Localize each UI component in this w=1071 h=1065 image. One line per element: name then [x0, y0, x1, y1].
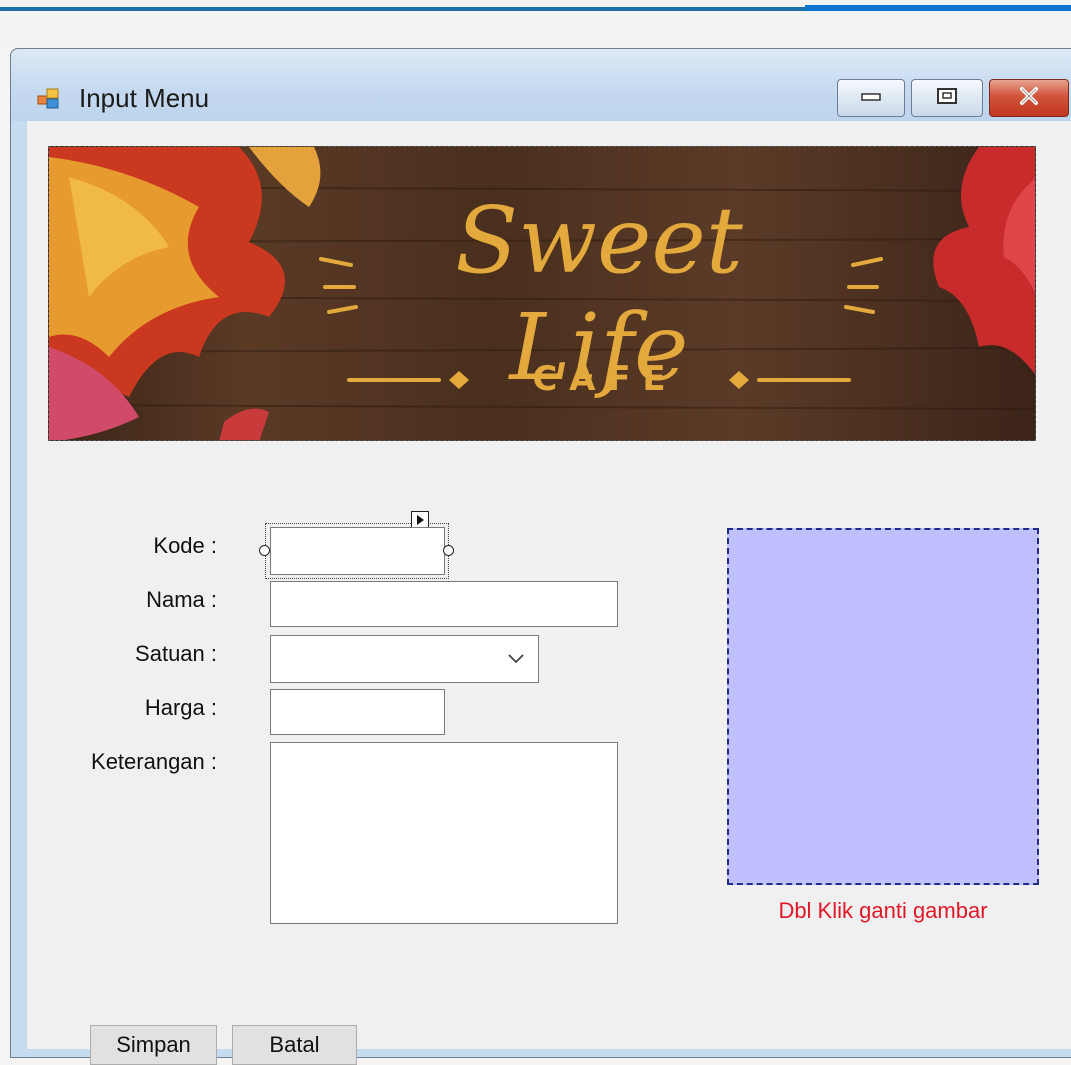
- batal-button[interactable]: Batal: [232, 1025, 357, 1065]
- simpan-button[interactable]: Simpan: [90, 1025, 217, 1065]
- kode-input[interactable]: [270, 527, 445, 575]
- resize-handle-left[interactable]: [259, 545, 270, 556]
- form-app-icon: [37, 87, 59, 109]
- background-window-border: [0, 7, 805, 11]
- nama-input[interactable]: [270, 581, 618, 627]
- chevron-down-icon: [506, 646, 526, 675]
- satuan-label: Satuan :: [135, 641, 217, 666]
- harga-label: Harga :: [144, 695, 217, 720]
- change-picture-hint: Dbl Klik ganti gambar: [778, 898, 988, 923]
- form-client-area: Sweet Life C A F E Kode : Nama : Satuan …: [27, 121, 1071, 1065]
- resize-handle-right[interactable]: [443, 545, 454, 556]
- close-icon: [1016, 85, 1042, 112]
- satuan-combobox[interactable]: [270, 635, 539, 683]
- window-title: Input Menu: [79, 83, 210, 113]
- minimize-button[interactable]: [837, 79, 905, 117]
- banner-brand-sub: C A F E: [532, 359, 666, 399]
- input-menu-window: Input Menu Sweet Life C A F E Kode: Nam…: [10, 48, 1071, 1065]
- menu-picture-box[interactable]: [727, 528, 1039, 885]
- title-bar[interactable]: Input Menu: [11, 49, 1071, 121]
- keterangan-label: Keterangan :: [91, 749, 217, 774]
- minimize-icon: [859, 89, 883, 108]
- harga-input[interactable]: [270, 689, 445, 735]
- cafe-banner-image: Sweet Life C A F E: [48, 146, 1036, 441]
- kode-label: Kode :: [153, 533, 217, 558]
- maximize-button[interactable]: [911, 79, 983, 117]
- background-window-strip: [0, 0, 1071, 46]
- close-button[interactable]: [989, 79, 1069, 117]
- maximize-icon: [936, 87, 958, 110]
- nama-label: Nama :: [146, 587, 217, 612]
- background-window-accent: [805, 5, 1071, 11]
- keterangan-textarea[interactable]: [270, 742, 618, 924]
